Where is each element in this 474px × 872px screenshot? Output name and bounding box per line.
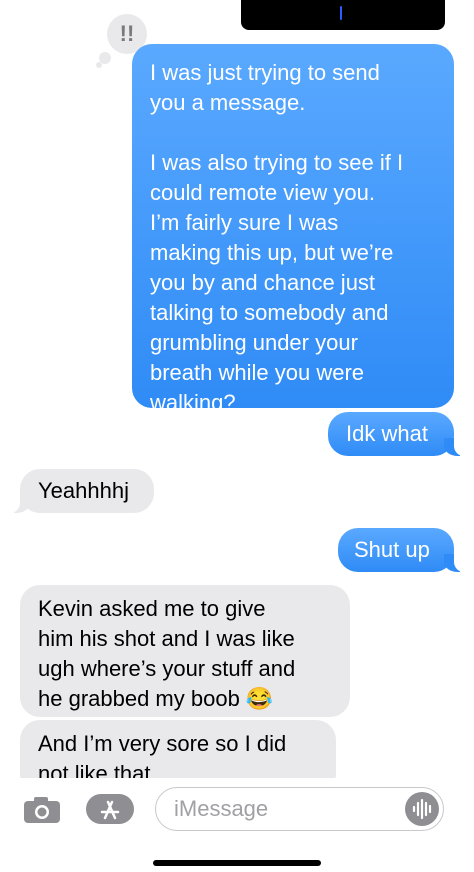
tapback-label: !! [119,21,135,46]
message-text: Yeahhhhj [38,478,129,503]
received-message-bubble[interactable]: Kevin asked me to give him his shot and … [20,585,350,717]
audio-waveform-icon[interactable] [405,792,439,826]
video-thumbnail [241,0,445,30]
sent-message-bubble[interactable]: Idk what [328,412,470,456]
message-text: Shut up [354,537,430,562]
bubble-tail [444,550,470,572]
sent-message-bubble[interactable]: I was just trying to send you a message.… [132,44,454,415]
message-input[interactable]: iMessage [155,787,444,831]
message-text: Idk what [346,421,428,446]
app-store-icon[interactable] [86,794,134,824]
bubble-tail [4,491,30,513]
home-indicator[interactable] [153,860,321,866]
bubble-tail [444,434,470,456]
video-thumbnail-highlight [340,6,342,20]
camera-icon[interactable] [22,795,62,825]
message-text: Kevin asked me to give him his shot and … [38,596,296,711]
message-text: I was just trying to send you a message.… [150,60,404,415]
input-placeholder: iMessage [174,796,269,821]
sent-message-bubble[interactable]: Shut up [338,528,470,572]
tapback-tail-dot-small [96,62,102,68]
received-message-bubble[interactable]: Yeahhhhj [4,469,154,513]
